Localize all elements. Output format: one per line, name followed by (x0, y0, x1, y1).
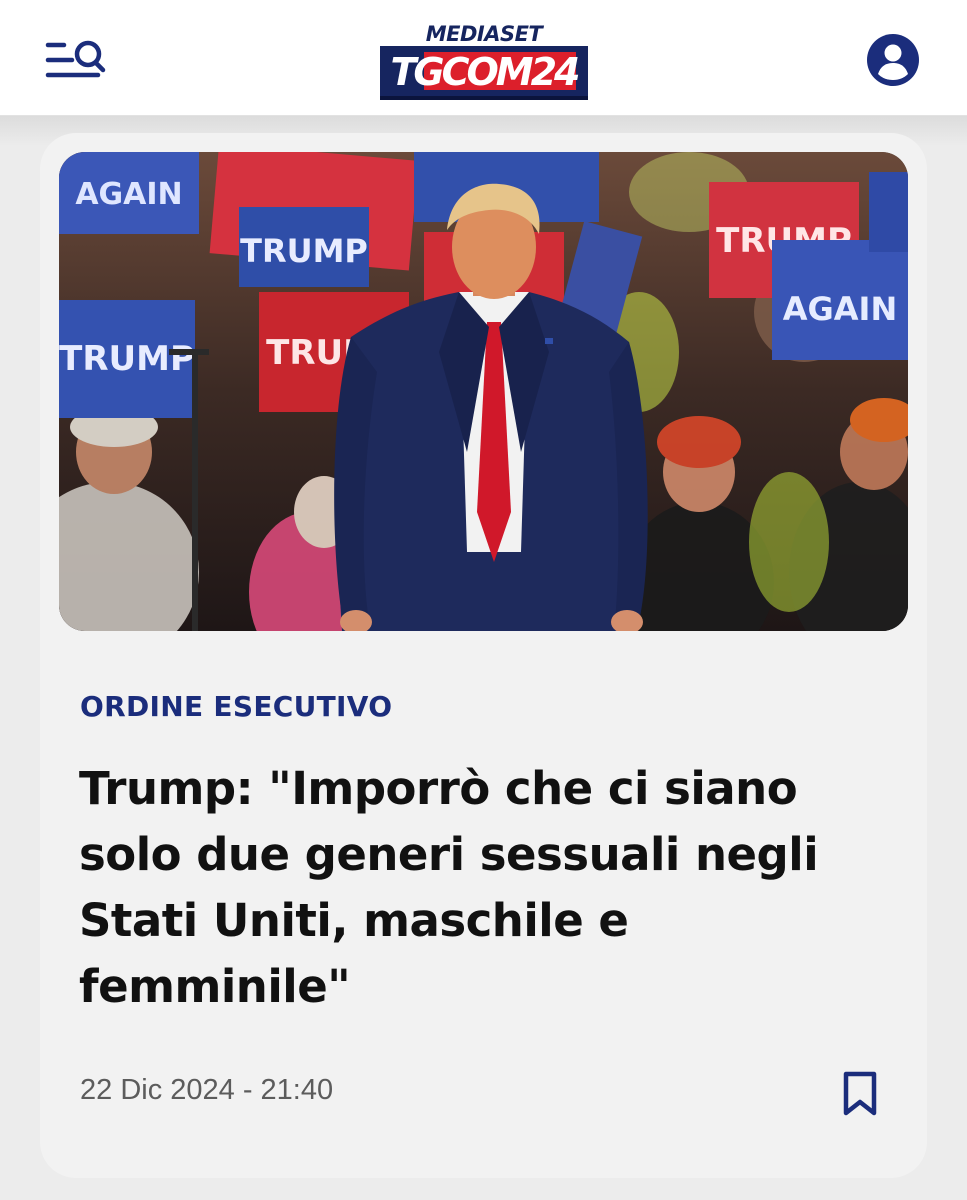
top-bar: MEDIASET TGCOM24 (0, 0, 967, 116)
tgcom24-logo[interactable]: MEDIASET TGCOM24 (378, 22, 590, 102)
menu-search-icon (45, 40, 106, 78)
logo-tgcom24-text: TGCOM24 (390, 50, 581, 94)
article-category[interactable]: ORDINE ESECUTIVO (80, 690, 580, 723)
rally-photo-illustration: AGAIN TRUMP TRUMP TRUMP TRUMP AGAIN (59, 152, 908, 631)
article-headline[interactable]: Trump: "Imporrò che ci siano solo due ge… (79, 756, 869, 1020)
article-photo[interactable]: AGAIN TRUMP TRUMP TRUMP TRUMP AGAIN (59, 152, 908, 631)
logo-badge: TGCOM24 (380, 46, 588, 100)
sign-text-1: AGAIN (75, 177, 182, 212)
account-circle-icon (867, 34, 919, 86)
sign-text-2: TRUMP (240, 232, 368, 270)
sign-text-6: AGAIN (783, 290, 897, 328)
sign-text-3: TRUMP (59, 339, 195, 379)
menu-search-button[interactable] (44, 36, 108, 84)
user-account-button[interactable] (866, 33, 920, 87)
article-date: 22 Dic 2024 - 21:40 (80, 1074, 334, 1106)
bookmark-button[interactable] (838, 1070, 882, 1118)
logo-mediaset-text: MEDIASET (425, 22, 543, 46)
bookmark-icon (843, 1071, 877, 1116)
